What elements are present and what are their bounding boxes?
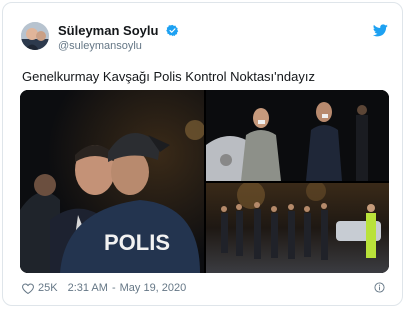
tweet-time[interactable]: 2:31 AM bbox=[68, 282, 108, 294]
heart-icon[interactable] bbox=[22, 282, 34, 294]
tweet-text: Genelkurmay Kavşağı Polis Kontrol Noktas… bbox=[22, 69, 315, 84]
photo-3-image bbox=[206, 183, 389, 273]
photo-2[interactable] bbox=[206, 90, 389, 181]
twitter-bird-icon[interactable] bbox=[373, 24, 388, 37]
tweet-card: Süleyman Soylu @suleymansoylu Genelkurma… bbox=[2, 2, 403, 306]
author-name-text: Süleyman Soylu bbox=[58, 23, 159, 38]
photo-3[interactable] bbox=[206, 183, 389, 273]
tweet-footer: 25K 2:31 AM - May 19, 2020 bbox=[22, 282, 186, 294]
verified-badge-icon bbox=[166, 24, 179, 37]
vest-label: POLIS bbox=[104, 230, 170, 255]
avatar[interactable] bbox=[21, 22, 49, 50]
like-count[interactable]: 25K bbox=[38, 282, 58, 294]
tweet-date[interactable]: May 19, 2020 bbox=[120, 282, 187, 294]
media-grid[interactable]: POLIS bbox=[20, 90, 389, 273]
photo-2-image bbox=[206, 90, 389, 181]
photo-1-image: POLIS bbox=[20, 90, 204, 273]
avatar-photo bbox=[21, 22, 49, 50]
time-separator: - bbox=[111, 282, 116, 294]
author-handle[interactable]: @suleymansoylu bbox=[58, 40, 142, 52]
info-icon[interactable] bbox=[374, 282, 385, 293]
author-name[interactable]: Süleyman Soylu bbox=[58, 23, 179, 38]
photo-1[interactable]: POLIS bbox=[20, 90, 204, 273]
